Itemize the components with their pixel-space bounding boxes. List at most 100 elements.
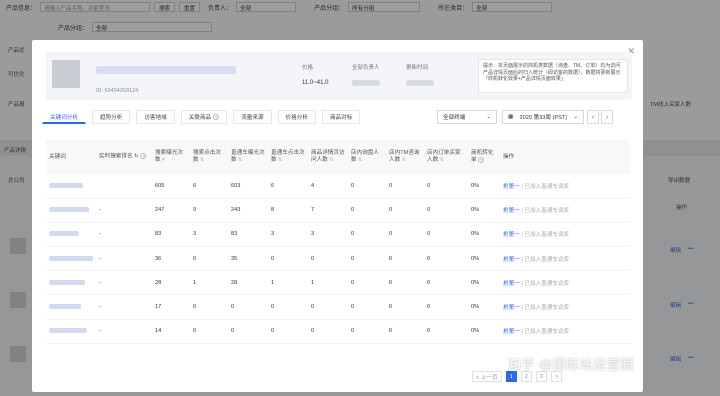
metric-cell: 8 <box>268 198 308 223</box>
metric-cell: 3 <box>308 222 348 248</box>
product-id: ID: 60494268124 <box>96 88 139 94</box>
sort-icon: ⇅ <box>439 157 444 163</box>
col-rank: 实时搜索排名 ↻ ? <box>96 140 152 174</box>
tab-traffic-source[interactable]: 流量来源 <box>233 110 272 124</box>
actions-cell: 抢第一 | 已加入直通车词库 <box>500 198 630 223</box>
table-row: -14 0 0 0 0 0 0 0 0% 抢第一 | 已加入直通车词库 <box>46 319 630 344</box>
keyword-cell[interactable] <box>46 246 96 272</box>
prev-page-button[interactable]: < 上一页 <box>472 371 502 382</box>
col-p4p-clicks[interactable]: 直通车点击次数 ⇅ <box>268 140 308 174</box>
metric-cell: 36 <box>152 246 190 272</box>
keyword-cell[interactable] <box>46 222 96 248</box>
col-order-buyers[interactable]: 店内订单买家人数 ⇅ <box>424 140 468 174</box>
col-search-clicks[interactable]: 搜索点击次数 ⇅ <box>190 140 228 174</box>
metric-cell: 0 <box>190 319 228 344</box>
keyword-cell[interactable] <box>46 174 96 199</box>
col-p4p-exposure[interactable]: 直通车曝光次数 ⇅ <box>228 140 268 174</box>
keyword-table: 关键词 实时搜索排名 ↻ ? 搜索曝光次数 ▾ 搜索点击次数 ⇅ 直通车曝光次数… <box>46 140 630 344</box>
actions-cell: 抢第一 | 已加入直通车词库 <box>500 222 630 248</box>
table-row: -247 9 243 8 7 0 0 0 0% 抢第一 | 已加入直通车词库 <box>46 198 630 223</box>
col-search-exposure[interactable]: 搜索曝光次数 ▾ <box>152 140 190 174</box>
col-conversion-rate[interactable]: 商机转化率 ? <box>468 140 500 174</box>
added-p4p-label: 已加入直通车词库 <box>524 232 570 239</box>
metric-cell: 0% <box>468 246 500 272</box>
metric-cell: 0 <box>348 270 386 296</box>
rank-cell <box>96 174 152 199</box>
keyword-cell[interactable] <box>46 270 96 296</box>
metric-cell: 0 <box>228 294 268 320</box>
header-label: 店内询盘人数 <box>351 150 379 163</box>
metric-cell: 0% <box>468 222 500 248</box>
col-detail-visitors[interactable]: 商品详情页访问人数 ⇅ <box>308 140 348 174</box>
price-value: 11.0~41.0 <box>302 80 329 86</box>
metric-cell: 0 <box>228 319 268 344</box>
metric-cell: 0% <box>468 174 500 199</box>
metric-cell: 4 <box>308 174 348 199</box>
metric-cell: 35 <box>228 246 268 272</box>
keyword-text <box>49 279 85 285</box>
metric-cell: 7 <box>308 198 348 223</box>
tab-trend-analysis[interactable]: 趋势分析 <box>91 110 131 124</box>
metric-cell: 0 <box>424 198 468 223</box>
calendar-icon: ▦ <box>508 114 514 120</box>
date-select-value: 2020 第33周 (PST) <box>519 115 568 121</box>
metric-cell: 6 <box>268 174 308 199</box>
analysis-tabs: 关键词分析 趋势分析 访客地域 关联商品? 流量来源 价格分析 商品对标 <box>42 110 361 124</box>
keyword-text <box>49 328 87 334</box>
grab-first-link[interactable]: 抢第一 <box>503 305 520 311</box>
tab-keyword-analysis[interactable]: 关键词分析 <box>42 110 86 124</box>
metric-cell: 0 <box>386 319 424 344</box>
added-p4p-label: 已加入直通车词库 <box>524 208 570 215</box>
actions-cell: 抢第一 | 已加入直通车词库 <box>500 246 630 272</box>
keyword-cell[interactable] <box>46 198 96 223</box>
rank-cell: - <box>96 246 152 272</box>
tab-product-benchmark[interactable]: 商品对标 <box>321 110 361 124</box>
metric-cell: 0 <box>190 246 228 272</box>
metric-cell: 6 <box>190 174 228 199</box>
metric-cell: 0 <box>308 294 348 320</box>
keyword-text <box>49 231 79 237</box>
table-row: -83 3 83 3 3 0 0 0 0% 抢第一 | 已加入直通车词库 <box>46 222 630 248</box>
metric-cell: 0 <box>386 174 424 199</box>
tab-related-products[interactable]: 关联商品? <box>180 110 228 124</box>
grab-first-link[interactable]: 抢第一 <box>503 232 520 238</box>
metric-cell: 0 <box>190 294 228 320</box>
rank-cell: - <box>96 294 152 320</box>
header-label: 直通车点击次数 <box>271 150 305 163</box>
metric-cell: 243 <box>228 198 268 223</box>
terminal-select[interactable]: 全部终端 ⌄ <box>437 110 497 124</box>
tab-visitor-region[interactable]: 访客地域 <box>136 110 175 124</box>
date-select[interactable]: ▦ 2020 第33周 (PST) ⌄ <box>502 110 584 124</box>
grab-first-link[interactable]: 抢第一 <box>503 257 520 263</box>
next-period-button[interactable]: › <box>601 110 613 124</box>
grab-first-link[interactable]: 抢第一 <box>503 184 520 190</box>
metric-cell: 83 <box>228 222 268 248</box>
grab-first-link[interactable]: 抢第一 <box>503 281 520 287</box>
keyword-text <box>49 304 81 310</box>
table-header-row: 关键词 实时搜索排名 ↻ ? 搜索曝光次数 ▾ 搜索点击次数 ⇅ 直通车曝光次数… <box>46 140 630 174</box>
table-row: -17 0 0 0 0 0 0 0 0% 抢第一 | 已加入直通车词库 <box>46 294 630 320</box>
owner-label: 全部负责人 <box>352 65 380 71</box>
refresh-icon[interactable]: ↻ <box>134 154 139 160</box>
col-inquiry-people[interactable]: 店内询盘人数 ⇅ <box>348 140 386 174</box>
metric-cell: 3 <box>268 222 308 248</box>
tab-price-analysis[interactable]: 价格分析 <box>277 110 316 124</box>
grab-first-link[interactable]: 抢第一 <box>503 208 520 214</box>
metric-cell: 0 <box>308 246 348 272</box>
product-title[interactable] <box>96 66 236 74</box>
tab-label: 关联商品 <box>188 115 212 121</box>
added-p4p-label: 已加入直通车词库 <box>524 256 570 263</box>
keyword-cell[interactable] <box>46 294 96 320</box>
help-icon: ? <box>478 156 485 163</box>
keyword-cell[interactable] <box>46 319 96 344</box>
updated-label: 更新时间 <box>406 65 429 71</box>
added-p4p-label: 已加入直通车词库 <box>524 183 570 190</box>
metric-cell: 0 <box>348 174 386 199</box>
rank-cell: - <box>96 270 152 296</box>
prev-period-button[interactable]: ‹ <box>587 110 599 124</box>
sort-icon: ⇅ <box>238 157 243 163</box>
metric-cell: 0 <box>386 246 424 272</box>
actions-cell: 抢第一 | 已加入直通车词库 <box>500 270 630 296</box>
grab-first-link[interactable]: 抢第一 <box>503 329 520 335</box>
col-tm-people[interactable]: 店内TM咨询人数 ⇅ <box>386 140 424 174</box>
